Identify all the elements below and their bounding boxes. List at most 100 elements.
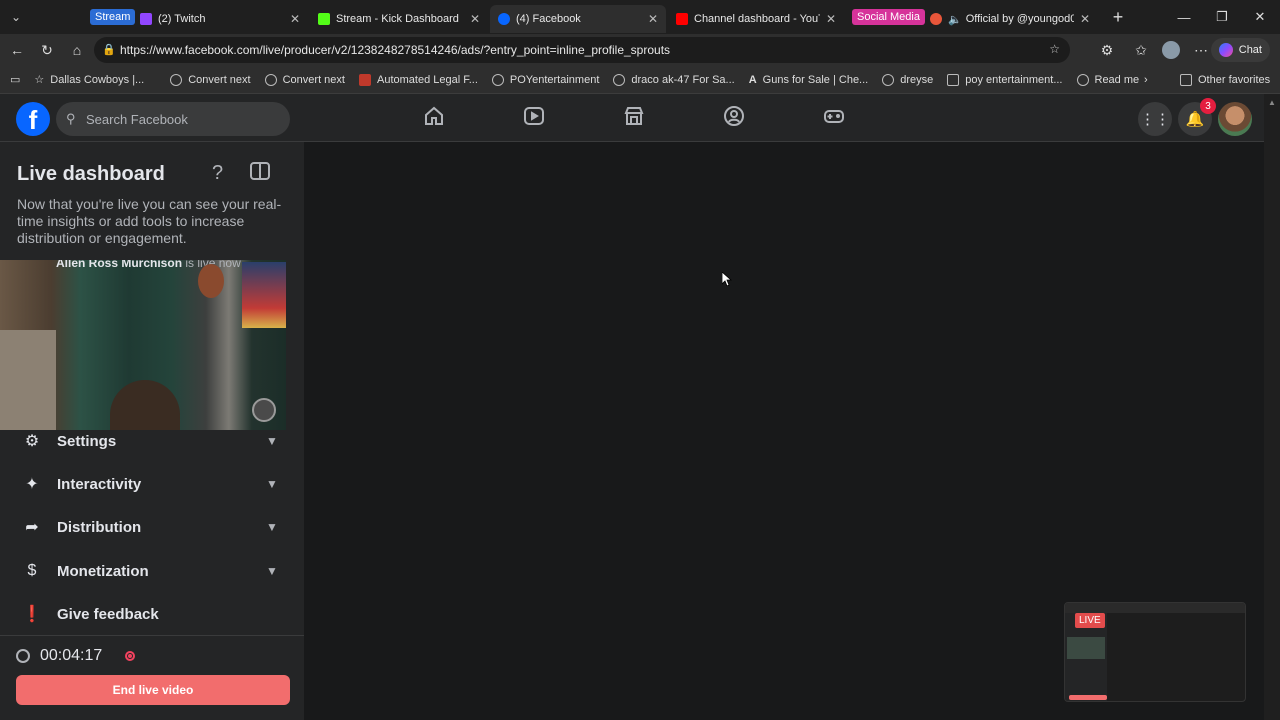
help-icon[interactable]: ? [212,162,223,185]
end-live-video-button[interactable]: End live video [16,675,290,705]
menu-label: Monetization [57,562,149,580]
facebook-logo[interactable]: f [16,102,50,136]
account-avatar[interactable] [1218,102,1252,136]
chat-label: Chat [1238,44,1262,56]
switch-layout-icon[interactable] [250,162,270,180]
globe-icon [491,73,504,86]
menu-give-feedback[interactable]: ❗ Give feedback [0,594,304,634]
refresh-icon[interactable]: ↻ [32,34,62,66]
social-tab-group[interactable]: Social Media [846,0,931,34]
page-scrollbar[interactable]: ▲ [1264,94,1280,720]
bookmark-item[interactable]: A Guns for Sale | Che... [749,74,869,86]
copilot-icon [1218,43,1233,57]
profile-avatar[interactable] [1162,41,1180,59]
stream-mini-preview[interactable]: LIVE [1064,602,1246,702]
minimize-button[interactable]: — [1164,0,1204,34]
bookmark-label: draco ak-47 For Sa... [631,73,735,86]
back-icon[interactable]: ← [2,34,32,66]
gaming-nav-icon[interactable] [822,104,846,128]
other-favorites[interactable]: Other favorites [1180,73,1270,86]
tab-youtube[interactable]: Channel dashboard - YouTube ✕ [668,5,844,33]
extensions-icon[interactable]: ⚙ [1092,34,1122,66]
marketplace-nav-icon[interactable] [622,104,646,128]
groups-nav-icon[interactable] [722,104,746,128]
tab-twitch[interactable]: (2) Twitch ✕ [132,5,308,33]
live-dashboard-sidebar: Live dashboard ? Now that you're live yo… [0,142,304,720]
bookmarks-bar: ▭ ☆ Dallas Cowboys |... Convert next Conv… [0,66,1280,94]
close-icon[interactable]: ✕ [826,12,836,26]
lock-icon[interactable]: 🔒 [102,43,116,56]
close-icon[interactable]: ✕ [290,12,300,26]
social-group-label[interactable]: Social Media [852,9,925,25]
tab-facebook[interactable]: (4) Facebook ✕ [490,5,666,33]
preview-overlay-icon[interactable] [252,398,276,422]
restore-button[interactable]: ❐ [1202,0,1242,34]
globe-icon [1076,73,1089,86]
mini-topbar [1065,603,1245,613]
new-tab-button[interactable]: + [1098,0,1138,34]
tab-title: Official by @youngod00 [965,13,1074,25]
preview-poster [242,262,286,328]
url-text: https://www.facebook.com/live/producer/v… [120,43,671,57]
video-nav-icon[interactable] [522,104,546,128]
search-placeholder: Search Facebook [86,111,188,127]
feedback-icon: ❗ [22,606,42,623]
bookmark-label: Convert next [282,73,345,86]
share-icon: ➦ [25,519,39,536]
close-icon[interactable]: ✕ [470,12,480,26]
bookmark-item[interactable]: Convert next [264,73,345,86]
notification-badge: 3 [1200,98,1216,114]
tab-actions-menu[interactable]: ⌄ [0,0,32,34]
menu-monetization[interactable]: $ Monetization ▼ [0,551,304,591]
menu-label: Interactivity [57,475,142,493]
collections-icon[interactable]: ▭ [10,73,20,86]
kick-icon [318,13,330,25]
url-field[interactable]: 🔒 https://www.facebook.com/live/producer… [94,37,1070,63]
bookmark-item[interactable]: dreyse [882,73,934,86]
home-icon[interactable]: ⌂ [62,34,92,66]
close-icon[interactable]: ✕ [648,12,658,26]
favorites-icon[interactable]: ✩ [1126,34,1156,66]
notifications-bell-icon[interactable]: 🔔 3 [1178,98,1216,136]
sparkle-icon: ✦ [25,476,39,493]
menu-label: Settings [57,432,117,450]
bookmark-label: Automated Legal F... [376,73,478,86]
close-window-button[interactable]: ✕ [1240,0,1280,34]
live-video-preview[interactable]: Allen Ross Murchison is live now [0,260,286,430]
menu-grid-icon[interactable]: ⋮⋮ [1138,102,1172,136]
globe-icon [264,73,277,86]
bookmark-item[interactable]: Convert next [170,73,251,86]
menu-label: Distribution [57,518,142,536]
bookmark-item[interactable]: Read me [1076,73,1140,86]
home-nav-icon[interactable] [422,104,446,128]
mini-end-button [1069,695,1107,700]
facebook-header: f ⚲ Search Facebook ⋮⋮ 🔔 3 [0,94,1264,142]
bookmark-item[interactable]: poy entertainment... [947,73,1063,86]
preview-desk [0,330,56,430]
bookmark-item[interactable]: draco ak-47 For Sa... [613,73,735,86]
chevron-down-icon: ▼ [266,520,278,534]
audio-icon[interactable]: 🔈 [948,13,962,26]
tab-official[interactable]: 🔈 Official by @youngod00 ✕ [922,5,1098,33]
tab-title: Stream - Kick Dashboard [336,13,459,25]
stream-group-label[interactable]: Stream [90,9,136,25]
search-input[interactable]: ⚲ Search Facebook [56,102,290,136]
copilot-chat-button[interactable]: Chat [1210,38,1270,62]
menu-distribution[interactable]: ➦ Distribution ▼ [0,507,304,547]
dollar-icon: $ [27,562,37,579]
close-icon[interactable]: ✕ [1080,12,1090,26]
bookmark-item[interactable]: Automated Legal F... [358,73,478,86]
scroll-up-icon[interactable]: ▲ [1268,98,1276,107]
bookmark-label: Read me [1094,73,1140,86]
menu-interactivity[interactable]: ✦ Interactivity ▼ [0,464,304,504]
chevron-right-icon[interactable]: › [1144,74,1148,86]
menu-settings[interactable]: ⚙ Settings ▼ [0,421,304,461]
tab-title: (2) Twitch [158,13,206,25]
bookmark-item[interactable]: ☆ Dallas Cowboys |... [34,73,144,87]
dashboard-description: Now that you're live you can see your re… [17,196,282,246]
bookmark-item[interactable]: POYentertainment [491,73,599,86]
star-icon[interactable]: ☆ [1049,42,1060,56]
browser-tab-bar: ⌄ Stream (2) Twitch ✕ Stream - Kick Dash… [0,0,1280,34]
bookmark-label: dreyse [900,73,934,86]
tab-kick[interactable]: Stream - Kick Dashboard ✕ [310,5,488,33]
